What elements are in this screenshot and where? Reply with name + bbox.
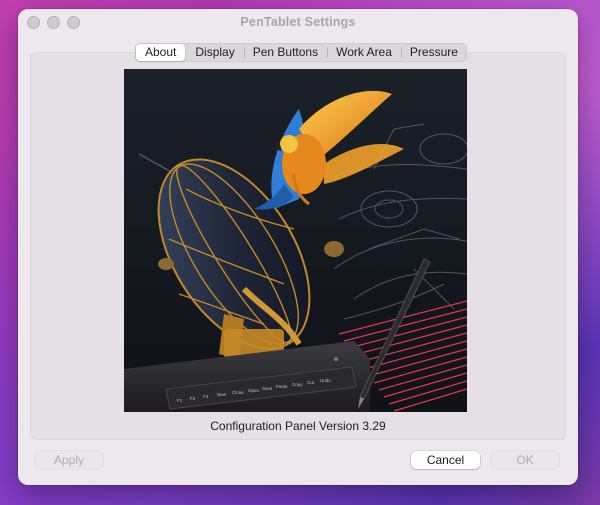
tablet-key-open: Open: [248, 388, 260, 393]
tablet-key-f3: F3: [203, 394, 209, 399]
tablet-key-undo: Undo: [320, 378, 331, 383]
close-window-button[interactable]: [27, 16, 40, 29]
apply-button[interactable]: Apply: [35, 451, 103, 469]
tab-display[interactable]: Display: [186, 43, 243, 62]
settings-window: PenTablet Settings About Display Pen But…: [18, 9, 578, 485]
tab-pressure[interactable]: Pressure: [400, 43, 467, 62]
version-caption: Configuration Panel Version 3.29: [210, 419, 386, 433]
cancel-button[interactable]: Cancel: [411, 451, 480, 469]
tablet-key-save: Save: [262, 386, 273, 391]
window-controls: [27, 16, 80, 29]
tablet-key-new: New: [217, 392, 227, 397]
artwork-illustration: F1 F2 F3 New Close Open Save Paste Copy …: [124, 69, 467, 412]
window-title: PenTablet Settings: [240, 15, 356, 29]
tab-about[interactable]: About: [136, 44, 186, 61]
tablet-key-copy: Copy: [292, 382, 303, 387]
tablet-key-f2: F2: [190, 396, 196, 401]
ok-button[interactable]: OK: [491, 451, 559, 469]
tablet-key-paste: Paste: [276, 384, 288, 389]
minimize-window-button[interactable]: [47, 16, 60, 29]
zoom-window-button[interactable]: [67, 16, 80, 29]
title-bar[interactable]: PenTablet Settings: [18, 9, 578, 35]
about-artwork: F1 F2 F3 New Close Open Save Paste Copy …: [124, 69, 467, 412]
tablet-key-cut: Cut: [307, 380, 315, 385]
tab-work-area[interactable]: Work Area: [327, 43, 401, 62]
tablet-key-close: Close: [232, 390, 244, 395]
tab-pen-buttons[interactable]: Pen Buttons: [243, 43, 327, 62]
tablet-key-f1: F1: [177, 398, 183, 403]
tab-bar: About Display Pen Buttons Work Area Pres…: [135, 43, 467, 62]
